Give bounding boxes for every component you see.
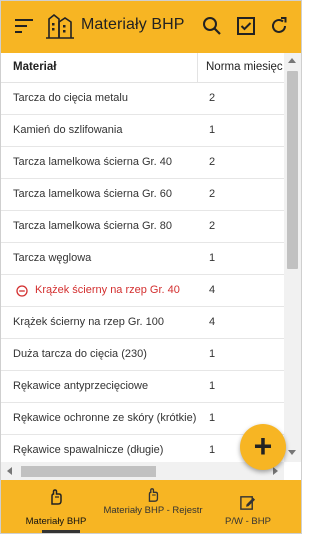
buildings-logo-icon: [46, 13, 74, 39]
materials-table: Materiał Norma miesięc Tarcza do cięcia …: [1, 53, 284, 462]
table-row[interactable]: Kamień do szlifowania 1: [1, 115, 284, 147]
monthly-norm-cell: 2: [209, 92, 216, 104]
monthly-norm-cell: 4: [209, 316, 216, 328]
top-app-bar: Materiały BHP: [1, 1, 301, 53]
active-tab-indicator: [42, 530, 80, 533]
menu-icon[interactable]: [15, 17, 33, 35]
hand-icon: [148, 488, 159, 502]
material-name-cell: Krążek ścierny na rzep Gr. 100: [13, 316, 165, 328]
vertical-scrollbar[interactable]: [284, 53, 301, 462]
material-name-cell: Rękawice antyprzecięciowe: [13, 380, 149, 392]
nav-item-pw-bhp[interactable]: P/W - BHP: [198, 480, 298, 533]
nav-label: P/W - BHP: [225, 516, 271, 527]
nav-label: Materiały BHP - Rejestr: [103, 505, 203, 516]
monthly-norm-cell: 1: [209, 412, 216, 424]
material-name-cell: Rękawice spawalnicze (długie): [13, 444, 164, 456]
material-name-cell: Tarcza lamelkowa ścierna Gr. 80: [13, 220, 172, 232]
material-name-cell: Rękawice ochronne ze skóry (krótkie): [13, 412, 197, 424]
material-name-cell: Krążek ścierny na rzep Gr. 40: [35, 284, 180, 296]
table-row[interactable]: Tarcza węglowa 1: [1, 243, 284, 275]
monthly-norm-cell: 1: [209, 348, 216, 360]
table-row[interactable]: Tarcza do cięcia metalu 2: [1, 83, 284, 115]
hand-icon: [51, 489, 62, 505]
refresh-icon[interactable]: [268, 15, 290, 37]
add-icon: +: [253, 428, 273, 464]
monthly-norm-cell: 2: [209, 220, 216, 232]
nav-item-materialy-bhp-rejestr[interactable]: Materiały BHP - Rejestr: [103, 480, 203, 533]
table-row[interactable]: Krążek ścierny na rzep Gr. 40 4: [1, 275, 284, 307]
column-divider[interactable]: [197, 53, 198, 82]
nav-label: Materiały BHP: [25, 516, 87, 527]
monthly-norm-cell: 4: [209, 284, 216, 296]
table-row[interactable]: Tarcza lamelkowa ścierna Gr. 40 2: [1, 147, 284, 179]
app-window: Materiały BHP Materiał Norma miesięc Tar…: [0, 0, 302, 534]
material-name-cell: Duża tarcza do cięcia (230): [13, 348, 147, 360]
vertical-scroll-thumb[interactable]: [287, 71, 298, 269]
material-name-cell: Tarcza lamelkowa ścierna Gr. 40: [13, 156, 172, 168]
table-row[interactable]: Rękawice antyprzecięciowe 1: [1, 371, 284, 403]
table-row[interactable]: Duża tarcza do cięcia (230) 1: [1, 339, 284, 371]
monthly-norm-cell: 2: [209, 188, 216, 200]
material-name-cell: Tarcza lamelkowa ścierna Gr. 60: [13, 188, 172, 200]
monthly-norm-cell: 1: [209, 252, 216, 264]
table-row[interactable]: Krążek ścierny na rzep Gr. 100 4: [1, 307, 284, 339]
table-row[interactable]: Tarcza lamelkowa ścierna Gr. 60 2: [1, 179, 284, 211]
edit-icon: [240, 496, 256, 510]
bottom-navigation: Materiały BHP Materiały BHP - Rejestr P/…: [1, 480, 301, 533]
add-button[interactable]: +: [240, 424, 286, 470]
monthly-norm-cell: 2: [209, 156, 216, 168]
checkbox-icon[interactable]: [235, 15, 257, 37]
monthly-norm-cell: 1: [209, 124, 216, 136]
scroll-left-arrow[interactable]: [7, 467, 12, 475]
table-header: Materiał Norma miesięc: [1, 53, 284, 83]
nav-item-materialy-bhp[interactable]: Materiały BHP: [6, 480, 106, 533]
app-title: Materiały BHP: [81, 16, 185, 33]
material-name-cell: Kamień do szlifowania: [13, 124, 123, 136]
scroll-up-arrow[interactable]: [288, 58, 296, 63]
scroll-down-arrow[interactable]: [288, 450, 296, 455]
material-name-cell: Tarcza do cięcia metalu: [13, 92, 128, 104]
monthly-norm-cell: 1: [209, 380, 216, 392]
horizontal-scroll-thumb[interactable]: [21, 466, 156, 477]
monthly-norm-cell: 1: [209, 444, 216, 456]
search-icon[interactable]: [201, 15, 223, 37]
column-header-monthly-norm[interactable]: Norma miesięc: [206, 53, 284, 82]
remove-circle-icon[interactable]: [16, 285, 28, 297]
column-header-material[interactable]: Materiał: [13, 53, 193, 82]
table-row[interactable]: Tarcza lamelkowa ścierna Gr. 80 2: [1, 211, 284, 243]
material-name-cell: Tarcza węglowa: [13, 252, 92, 264]
